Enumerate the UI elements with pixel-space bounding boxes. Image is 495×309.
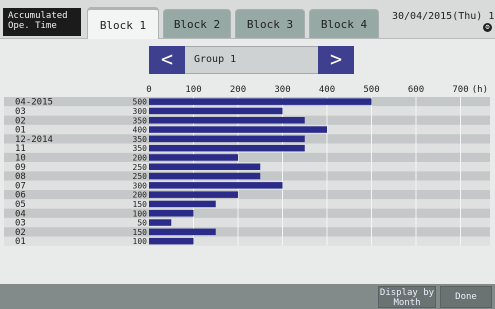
row-value-label: 300 [133, 107, 148, 116]
row-value-label: 250 [133, 163, 148, 172]
bar [149, 210, 194, 217]
row-band [4, 190, 490, 200]
row-value-label: 200 [133, 153, 148, 162]
x-tick-label: 200 [230, 85, 246, 95]
display-by-month-line1: Display by [379, 288, 435, 298]
bar [149, 191, 238, 198]
x-tick-label: 500 [363, 85, 379, 95]
bar [149, 107, 283, 115]
x-tick-label: 600 [408, 85, 424, 95]
x-tick-label: 100 [185, 85, 201, 95]
bar [149, 98, 372, 105]
operation-time-bar-chart: 0 100 200 300 400 500 600 700 (h)04-2015 50003 300… [4, 85, 490, 247]
row-value-label: 500 [133, 98, 148, 107]
row-value-label: 350 [133, 135, 148, 144]
row-band [4, 199, 490, 209]
row-value-label: 150 [133, 228, 148, 237]
row-value-label: 400 [133, 126, 148, 135]
display-by-month-button[interactable]: Display by Month [378, 286, 436, 308]
row-value-label: 100 [133, 237, 148, 246]
row-value-label: 300 [133, 181, 148, 190]
row-month-label: 01 [15, 237, 26, 247]
row-value-label: 200 [133, 191, 148, 200]
row-band [4, 208, 490, 218]
x-tick-label: 700 [452, 85, 468, 95]
bar [149, 219, 172, 226]
x-tick-label: 400 [319, 85, 335, 95]
row-band [4, 152, 490, 163]
row-value-label: 50 [137, 219, 147, 228]
row-value-label: 150 [133, 200, 148, 209]
row-value-label: 350 [133, 116, 148, 125]
bar [149, 117, 305, 124]
bar [149, 126, 327, 133]
x-tick-label: 0 [146, 85, 151, 95]
bar [149, 182, 283, 189]
row-band [4, 236, 490, 246]
row-value-label: 250 [133, 172, 148, 181]
display-by-month-line2: Month [393, 298, 421, 308]
unit-label: (h) [472, 85, 488, 95]
bar [149, 237, 194, 245]
bar [149, 144, 305, 152]
row-value-label: 100 [133, 209, 148, 218]
bar [149, 135, 305, 143]
x-tick-label: 300 [274, 85, 290, 95]
bar [149, 228, 216, 236]
bar [149, 154, 238, 161]
bar [149, 172, 261, 180]
done-button[interactable]: Done [440, 286, 492, 308]
row-band [4, 217, 490, 228]
bar [149, 163, 261, 170]
row-value-label: 350 [133, 144, 148, 153]
bar [149, 200, 216, 208]
row-band [4, 227, 490, 237]
